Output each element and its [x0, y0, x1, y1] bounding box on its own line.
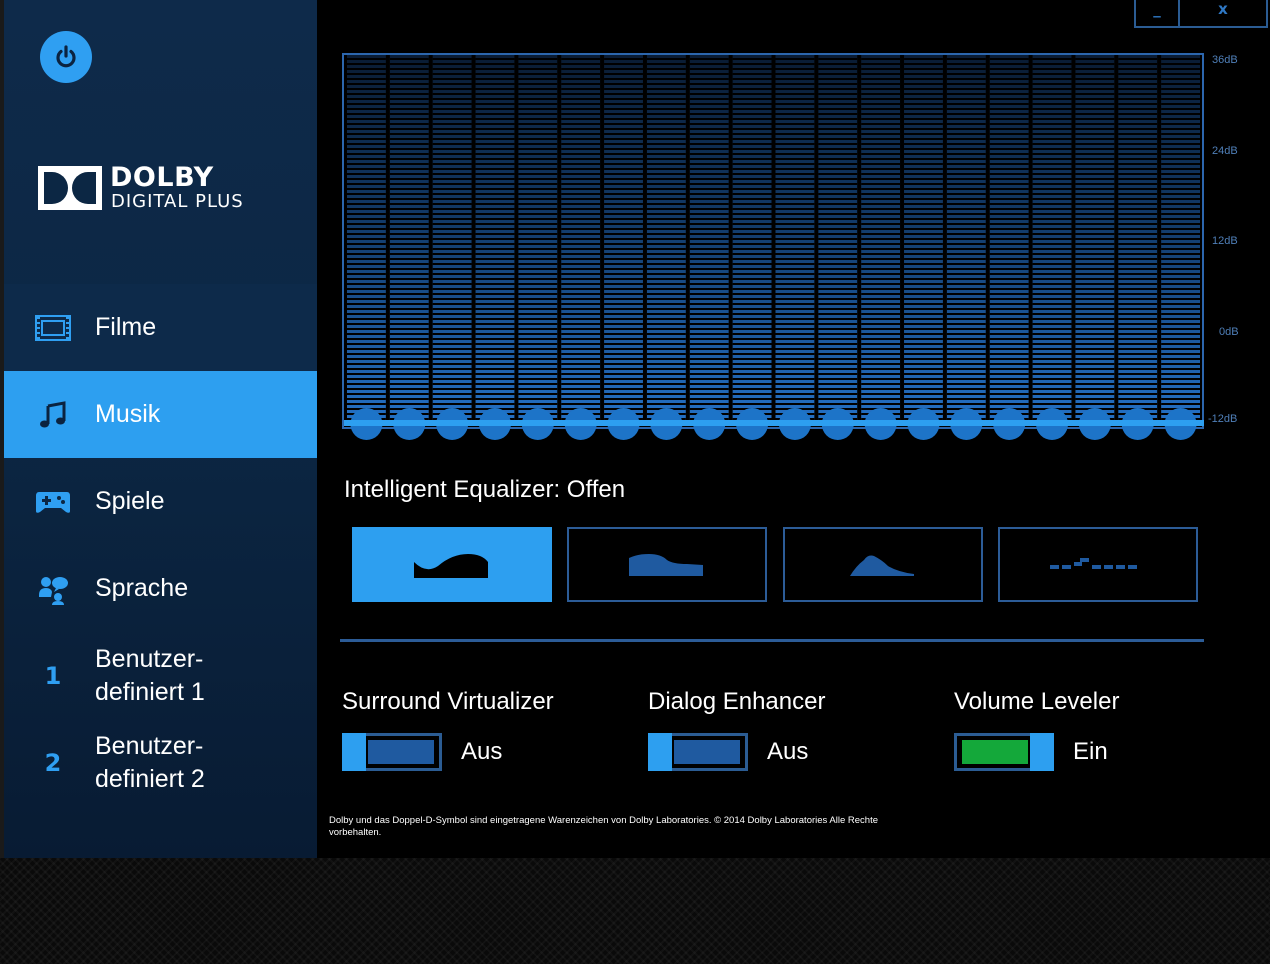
nav-item-sprache[interactable]: Sprache [4, 545, 317, 632]
power-button[interactable] [40, 31, 92, 83]
nav-item-spiele[interactable]: Spiele [4, 458, 317, 545]
dialog-enhancer-label: Dialog Enhancer [648, 688, 826, 715]
eq-band-14[interactable] [904, 55, 943, 440]
volume-leveler-state: Ein [1073, 738, 1108, 765]
db-label-0: 0dB [1219, 326, 1239, 338]
equalizer-graph: 36dB 24dB 12dB 0dB -12dB [340, 50, 1270, 450]
curve-open-icon [414, 553, 488, 578]
eq-band-20[interactable] [1161, 55, 1200, 440]
eq-band-10[interactable] [732, 55, 772, 440]
curve-rich-icon [629, 553, 703, 576]
eq-band-13[interactable] [861, 55, 901, 440]
power-icon [56, 45, 76, 68]
nav-label-sprache: Sprache [95, 574, 189, 602]
custom-1-number: 1 [44, 661, 62, 690]
eq-band-12[interactable] [818, 55, 858, 440]
nav-item-filme[interactable]: Filme [4, 284, 317, 371]
nav-label-musik: Musik [95, 400, 161, 428]
surround-virtualizer-state: Aus [461, 738, 503, 765]
curve-flat-icon [1050, 557, 1137, 569]
eq-band-18[interactable] [1075, 55, 1115, 440]
brand-line2: DIGITAL PLUS [111, 191, 244, 212]
eq-band-19[interactable] [1118, 55, 1158, 440]
film-icon [34, 309, 72, 347]
surround-virtualizer-label: Surround Virtualizer [342, 688, 554, 715]
section-divider [340, 639, 1204, 642]
dialog-enhancer-toggle[interactable] [648, 733, 748, 771]
eq-band-5[interactable] [518, 55, 558, 440]
dialog-enhancer-state: Aus [767, 738, 809, 765]
copyright-note: Dolby und das Doppel-D-Symbol sind einge… [329, 815, 878, 838]
equalizer-title: Intelligent Equalizer: Offen [344, 476, 626, 503]
voice-icon [34, 570, 72, 608]
eq-preset-open[interactable] [352, 527, 552, 602]
db-label-24: 24dB [1212, 145, 1238, 157]
nav-item-musik[interactable]: Musik [4, 371, 317, 458]
brand-line1: DOLBY [110, 162, 214, 193]
volume-leveler-label: Volume Leveler [954, 688, 1120, 715]
dolby-double-d-icon [38, 166, 102, 210]
profile-nav: Filme Musik Spiele Sprache 1 Benutzer- d… [4, 284, 317, 806]
eq-preset-flat[interactable] [998, 527, 1198, 602]
window-controls: _ x [1134, 0, 1270, 28]
eq-band-7[interactable] [604, 55, 643, 440]
surround-virtualizer-toggle[interactable] [342, 733, 442, 771]
eq-band-6[interactable] [561, 55, 601, 440]
eq-band-2[interactable] [389, 55, 429, 440]
eq-band-11[interactable] [775, 55, 815, 440]
dolby-app-window: DOLBY DIGITAL PLUS Filme Musik Spiele Sp… [0, 0, 1270, 858]
eq-band-17[interactable] [1032, 55, 1072, 440]
nav-label-filme: Filme [95, 313, 157, 341]
eq-baseline [344, 420, 1204, 426]
eq-preset-rich[interactable] [567, 527, 767, 602]
nav-label-spiele: Spiele [95, 487, 165, 515]
nav-label-custom-2: Benutzer- definiert 2 [95, 731, 205, 793]
custom-2-number: 2 [44, 748, 62, 777]
equalizer-bands[interactable] [340, 50, 1206, 445]
nav-label-custom-1: Benutzer- definiert 1 [95, 644, 205, 706]
db-label-12: 12dB [1212, 235, 1238, 247]
gamepad-icon [34, 483, 72, 521]
db-label-36: 36dB [1212, 54, 1238, 66]
minimize-button[interactable]: _ [1134, 0, 1180, 28]
nav-item-custom-1[interactable]: 1 Benutzer- definiert 1 [4, 632, 317, 719]
dolby-logo: DOLBY DIGITAL PLUS [38, 162, 278, 214]
eq-band-1[interactable] [347, 55, 386, 440]
eq-band-16[interactable] [989, 55, 1029, 440]
curve-focused-icon [850, 555, 914, 576]
eq-band-8[interactable] [646, 55, 686, 440]
eq-band-15[interactable] [946, 55, 986, 440]
eq-preset-focused[interactable] [783, 527, 983, 602]
volume-leveler-toggle[interactable] [954, 733, 1054, 771]
music-note-icon [34, 396, 72, 434]
eq-band-9[interactable] [689, 55, 729, 440]
nav-item-custom-2[interactable]: 2 Benutzer- definiert 2 [4, 719, 317, 806]
sidebar: DOLBY DIGITAL PLUS Filme Musik Spiele Sp… [0, 0, 317, 858]
close-button[interactable]: x [1180, 0, 1268, 28]
desktop-background [0, 858, 1270, 964]
eq-band-4[interactable] [475, 55, 515, 440]
db-label-minus12: -12dB [1208, 413, 1238, 425]
eq-band-3[interactable] [432, 55, 472, 440]
